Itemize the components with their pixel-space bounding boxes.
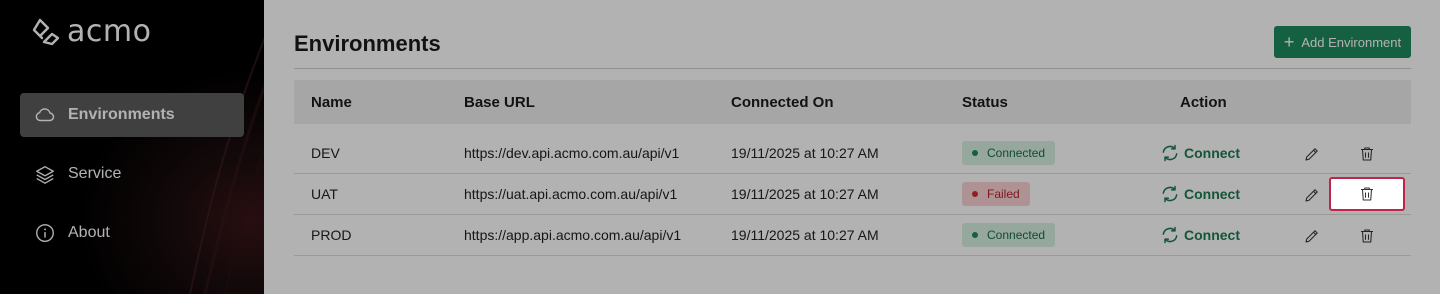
pencil-icon — [1305, 230, 1318, 243]
plus-icon: + — [1283, 32, 1295, 52]
edit-button[interactable] — [1299, 223, 1325, 249]
column-header-name: Name — [311, 94, 352, 111]
connect-button[interactable]: Connect — [1160, 143, 1240, 163]
env-name: DEV — [311, 145, 340, 161]
trash-icon — [1361, 187, 1373, 201]
status-label: Connected — [987, 146, 1046, 160]
env-connected-on: 19/11/2025 at 10:27 AM — [731, 227, 879, 243]
table-header: Name Base URL Connected On Status Action — [294, 80, 1411, 124]
connect-label: Connect — [1184, 186, 1240, 202]
trash-icon — [1361, 147, 1373, 161]
env-name: PROD — [311, 227, 352, 243]
delete-button[interactable] — [1354, 223, 1380, 249]
edit-button[interactable] — [1299, 182, 1325, 208]
sidebar-item-label: Service — [68, 165, 122, 182]
env-connected-on: 19/11/2025 at 10:27 AM — [731, 186, 879, 202]
sidebar-item-label: About — [68, 224, 110, 241]
env-base-url: https://uat.api.acmo.com.au/api/v1 — [464, 186, 678, 202]
add-environment-button[interactable]: + Add Environment — [1274, 26, 1411, 58]
layers-icon — [34, 163, 56, 185]
pencil-icon — [1305, 189, 1318, 202]
cloud-icon — [34, 104, 56, 126]
delete-button-highlighted[interactable] — [1329, 177, 1405, 211]
column-header-action: Action — [1180, 94, 1227, 111]
status-dot-icon — [972, 232, 978, 238]
status-dot-icon — [972, 150, 978, 156]
column-header-status: Status — [962, 94, 1008, 111]
connect-button[interactable]: Connect — [1160, 184, 1240, 204]
sidebar-item-service[interactable]: Service — [20, 152, 244, 196]
refresh-icon — [1162, 144, 1178, 162]
sidebar-item-about[interactable]: About — [20, 211, 244, 255]
env-name: UAT — [311, 186, 338, 202]
page-title: Environments — [294, 31, 441, 56]
brand-name: acmo — [67, 14, 152, 49]
refresh-icon — [1162, 226, 1178, 244]
pencil-icon — [1305, 148, 1318, 161]
acmo-logo-icon — [32, 18, 60, 45]
sidebar-item-label: Environments — [68, 106, 175, 123]
refresh-icon — [1162, 185, 1178, 203]
env-connected-on: 19/11/2025 at 10:27 AM — [731, 145, 879, 161]
table-row: DEV https://dev.api.acmo.com.au/api/v1 1… — [294, 133, 1411, 174]
add-environment-label: Add Environment — [1301, 34, 1402, 50]
edit-button[interactable] — [1299, 141, 1325, 167]
connect-button[interactable]: Connect — [1160, 225, 1240, 245]
main-content: Environments + Add Environment Name Base… — [264, 0, 1440, 294]
info-icon — [34, 222, 56, 244]
table-row: PROD https://app.api.acmo.com.au/api/v1 … — [294, 215, 1411, 256]
env-base-url: https://app.api.acmo.com.au/api/v1 — [464, 227, 682, 243]
column-header-base-url: Base URL — [464, 94, 535, 111]
connect-label: Connect — [1184, 145, 1240, 161]
brand-logo[interactable]: acmo — [30, 14, 151, 49]
status-badge: Connected — [962, 223, 1056, 247]
connect-label: Connect — [1184, 227, 1240, 243]
status-badge: Connected — [962, 141, 1056, 165]
status-label: Connected — [987, 228, 1046, 242]
delete-button[interactable] — [1354, 141, 1380, 167]
sidebar-item-environments[interactable]: Environments — [20, 93, 244, 137]
sidebar: acmo Environments Service About — [0, 0, 264, 294]
table-row: UAT https://uat.api.acmo.com.au/api/v1 1… — [294, 174, 1411, 215]
status-dot-icon — [972, 191, 978, 197]
trash-icon — [1361, 229, 1373, 243]
env-base-url: https://dev.api.acmo.com.au/api/v1 — [464, 145, 680, 161]
status-label: Failed — [987, 187, 1020, 201]
title-divider — [294, 68, 1411, 69]
column-header-connected-on: Connected On — [731, 94, 834, 111]
status-badge: Failed — [962, 182, 1030, 206]
